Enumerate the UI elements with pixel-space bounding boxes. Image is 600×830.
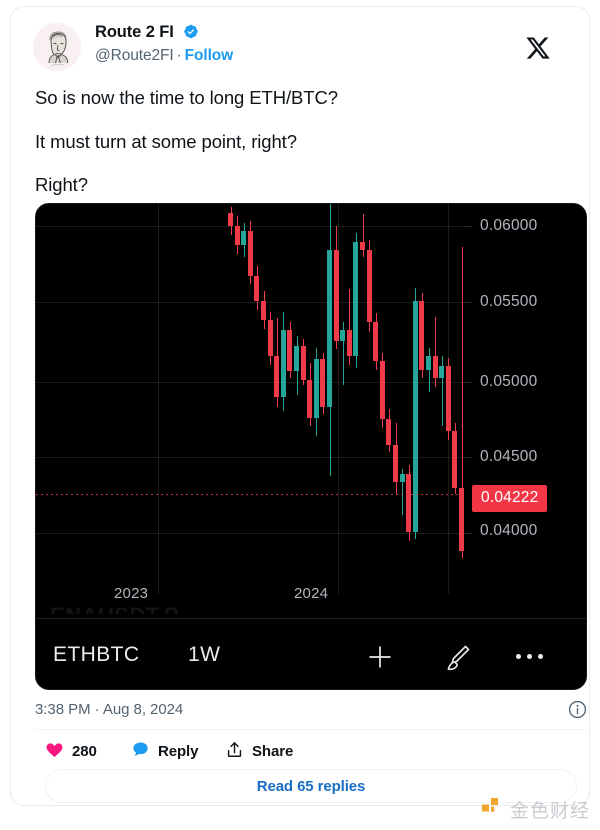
tweet-line-1: So is now the time to long ETH/BTC? xyxy=(35,87,338,108)
chart-symbol-button[interactable]: ETHBTC xyxy=(53,643,139,667)
like-count: 280 xyxy=(72,742,97,760)
candle-body xyxy=(340,330,346,341)
candle-body xyxy=(234,226,240,245)
candle-body xyxy=(228,212,233,227)
candle-body xyxy=(320,359,326,408)
price-tick-label: 0.04000 xyxy=(480,522,538,539)
price-tick-label: 0.04500 xyxy=(480,448,538,465)
candle-body xyxy=(366,250,372,322)
candle-wick xyxy=(362,214,364,257)
candle-body xyxy=(300,345,306,380)
candle-body xyxy=(287,330,293,372)
ghost-symbol-text: ENAUSDT.P xyxy=(50,603,179,614)
candle-body xyxy=(247,231,253,276)
tweet-line-3: Right? xyxy=(35,174,88,196)
last-price-badge: 0.04222 xyxy=(472,485,548,512)
candle-body xyxy=(254,275,260,302)
candle-body xyxy=(412,301,418,532)
name-block: Route 2 FI @Route2FI · Follow xyxy=(95,21,233,67)
chart-toolbar: ETHBTC 1W xyxy=(36,619,586,689)
x-tick-2023: 2023 xyxy=(114,585,149,602)
watermark: 金色财经 xyxy=(481,796,590,823)
handle-row: @Route2FI · Follow xyxy=(95,45,233,67)
candle-body xyxy=(373,321,379,362)
watermark-text: 金色财经 xyxy=(509,800,590,822)
current-price-line xyxy=(36,494,466,495)
timestamp: 3:38 PM · Aug 8, 2024 xyxy=(35,701,184,718)
candle-body xyxy=(241,231,247,245)
candle-body xyxy=(379,361,385,420)
share-action[interactable]: Share xyxy=(225,739,293,763)
share-label: Share xyxy=(252,742,294,760)
candle-body xyxy=(294,345,299,372)
tweet-meta: 3:38 PM · Aug 8, 2024 xyxy=(35,700,587,727)
reply-action[interactable]: Reply xyxy=(131,739,198,763)
candle-body xyxy=(426,356,431,370)
jinse-logo-icon xyxy=(481,796,503,823)
candle-body xyxy=(445,366,451,432)
handle: @Route2FI xyxy=(95,47,174,64)
tweet-line-2: It must turn at some point, right? xyxy=(35,130,297,152)
avatar[interactable] xyxy=(33,23,81,71)
price-tick-label: 0.06000 xyxy=(480,217,538,234)
divider xyxy=(35,729,587,730)
candle-body xyxy=(406,473,412,532)
candle-body xyxy=(353,241,359,357)
plus-icon[interactable] xyxy=(366,643,394,671)
candle-wick xyxy=(428,347,430,392)
tweet-text: So is now the time to long ETH/BTC? It m… xyxy=(35,85,555,216)
verified-badge-icon xyxy=(182,23,199,40)
x-logo-icon[interactable] xyxy=(525,35,551,61)
candle-body xyxy=(459,487,464,551)
price-tick-label: 0.05500 xyxy=(480,293,538,310)
reply-label: Reply xyxy=(158,742,199,760)
chart-plot-area[interactable]: 0.06000 0.05500 0.05000 0.04500 0.04222 … xyxy=(36,204,586,614)
display-name: Route 2 FI xyxy=(95,23,174,41)
candle-body xyxy=(280,330,286,398)
chart-interval-button[interactable]: 1W xyxy=(188,643,220,667)
candle-body xyxy=(313,359,319,418)
price-scale[interactable]: 0.06000 0.05500 0.05000 0.04500 0.04222 … xyxy=(466,204,586,614)
tweet-header: Route 2 FI @Route2FI · Follow xyxy=(33,19,573,75)
candle-body xyxy=(452,431,458,488)
heart-icon xyxy=(45,740,64,763)
more-horizontal-icon[interactable] xyxy=(516,641,552,671)
avatar-portrait-icon xyxy=(33,23,81,71)
tweet-card: Route 2 FI @Route2FI · Follow So is now … xyxy=(10,6,590,806)
candle-body xyxy=(419,301,425,370)
candlestick-series xyxy=(36,204,466,614)
candle-body xyxy=(333,250,339,341)
candle-body xyxy=(261,301,266,321)
candle-body xyxy=(274,356,280,398)
screenshot-root: Route 2 FI @Route2FI · Follow So is now … xyxy=(0,0,600,830)
follow-button[interactable]: Follow xyxy=(185,47,234,64)
candle-body xyxy=(386,419,392,445)
candle-body xyxy=(360,241,365,251)
candle-body xyxy=(393,444,398,483)
x-tick-2024: 2024 xyxy=(294,585,329,602)
highlighter-pen-icon[interactable] xyxy=(441,641,473,673)
candle-body xyxy=(439,366,445,379)
handle-separator: · xyxy=(176,47,182,64)
candle-body xyxy=(307,379,313,418)
comment-bubble-icon xyxy=(131,740,150,763)
price-tick-label: 0.05000 xyxy=(480,373,538,390)
candle-body xyxy=(267,320,273,357)
chart-media[interactable]: 0.06000 0.05500 0.05000 0.04500 0.04222 … xyxy=(35,203,587,690)
share-up-arrow-icon xyxy=(225,740,244,763)
candle-body xyxy=(432,356,438,379)
tweet-actions: 280 Reply Share xyxy=(35,739,587,771)
candle-body xyxy=(346,330,352,357)
candle-body xyxy=(399,473,405,483)
like-action[interactable]: 280 xyxy=(45,739,97,763)
candle-body xyxy=(327,250,332,408)
info-circle-icon[interactable] xyxy=(568,700,587,719)
